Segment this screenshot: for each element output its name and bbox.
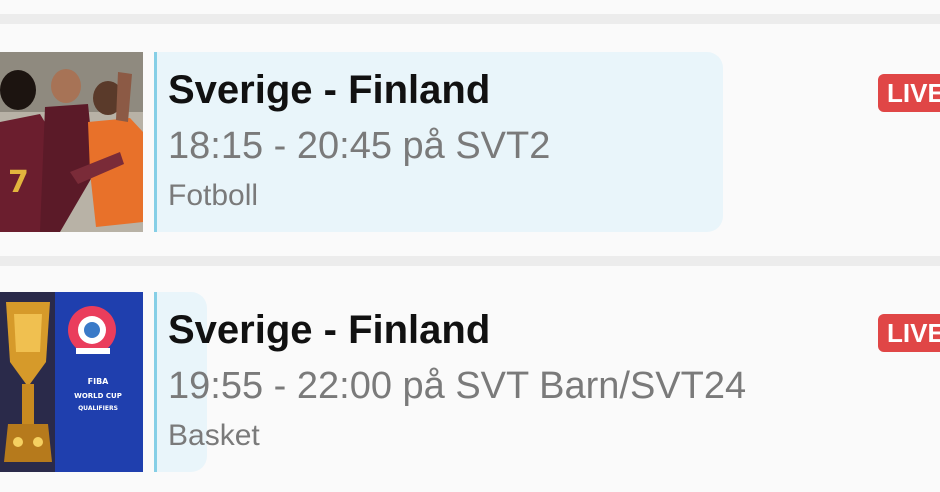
program-time: 18:15 - 20:45 på SVT2	[168, 125, 551, 167]
program-item[interactable]: 7 Sverige - Finland 18:15 - 20:45 på SVT…	[0, 28, 940, 256]
program-time: 19:55 - 22:00 på SVT Barn/SVT24	[168, 365, 747, 407]
program-category: Fotboll	[168, 179, 259, 212]
program-thumbnail: FIBA WORLD CUP QUALIFIERS	[0, 292, 143, 472]
tv-guide-list: 7 Sverige - Finland 18:15 - 20:45 på SVT…	[0, 0, 940, 492]
program-category: Basket	[168, 419, 260, 452]
program-thumbnail: 7	[0, 52, 143, 232]
basketball-world-cup-image: FIBA WORLD CUP QUALIFIERS	[0, 292, 143, 472]
football-players-image: 7	[0, 52, 143, 232]
program-title: Sverige - Finland	[168, 68, 491, 112]
svg-text:WORLD CUP: WORLD CUP	[74, 392, 122, 400]
live-badge: LIVE	[878, 74, 940, 112]
list-divider	[0, 14, 940, 24]
svg-text:FIBA: FIBA	[88, 377, 110, 386]
program-item[interactable]: FIBA WORLD CUP QUALIFIERS Sverige - Finl…	[0, 268, 940, 492]
program-title: Sverige - Finland	[168, 308, 491, 352]
live-badge: LIVE	[878, 314, 940, 352]
list-divider	[0, 256, 940, 266]
svg-text:QUALIFIERS: QUALIFIERS	[78, 405, 118, 412]
program-info: Sverige - Finland 18:15 - 20:45 på SVT2 …	[168, 66, 840, 216]
jersey-number: 7	[8, 165, 29, 200]
program-info: Sverige - Finland 19:55 - 22:00 på SVT B…	[168, 306, 840, 456]
